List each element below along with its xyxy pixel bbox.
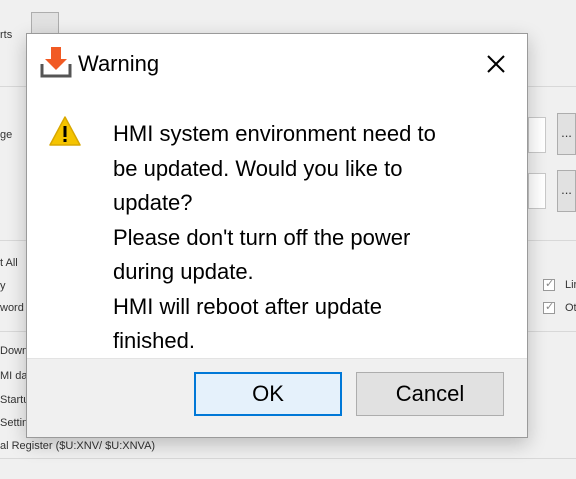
download-tray-icon (40, 47, 72, 78)
dialog-title: Warning (78, 51, 160, 76)
dialog-message: HMI system environment need to be update… (113, 117, 513, 359)
ok-button[interactable]: OK (194, 372, 342, 416)
message-line: HMI will reboot after update (113, 293, 383, 319)
background-label: Lir (565, 279, 576, 291)
background-label: word (0, 302, 24, 314)
browse-button[interactable]: ... (557, 113, 576, 155)
close-button[interactable] (475, 46, 517, 82)
message-line: Please don't turn off the power (113, 224, 411, 250)
cancel-button[interactable]: Cancel (356, 372, 504, 416)
close-icon (487, 55, 505, 73)
background-label: Startu (0, 394, 30, 406)
background-label: Settin (0, 417, 29, 429)
background-checkbox[interactable] (543, 300, 555, 314)
message-line: be updated. Would you like to (113, 155, 403, 181)
message-line: update? (113, 190, 193, 215)
browse-button[interactable]: ... (557, 170, 576, 212)
warning-triangle-icon (49, 116, 81, 146)
message-line: HMI system environment need to (113, 121, 436, 146)
message-line: finished. (113, 328, 195, 353)
background-label: Ot (565, 302, 576, 314)
background-path-input[interactable] (528, 117, 546, 153)
background-path-input[interactable] (528, 173, 546, 209)
background-label: t All (0, 257, 18, 269)
background-label: al Register ($U:XNV/ $U:XNVA) (0, 440, 156, 452)
dialog-titlebar: Warning (27, 34, 527, 94)
background-label: y (0, 280, 6, 292)
warning-dialog: Warning HMI system environment need to b… (26, 33, 528, 438)
background-label: rts (0, 29, 13, 41)
divider (0, 458, 576, 459)
background-checkbox[interactable] (543, 277, 555, 291)
message-line: during update. (113, 259, 254, 284)
background-label: MI da (0, 370, 28, 382)
background-label: ge (0, 129, 13, 141)
